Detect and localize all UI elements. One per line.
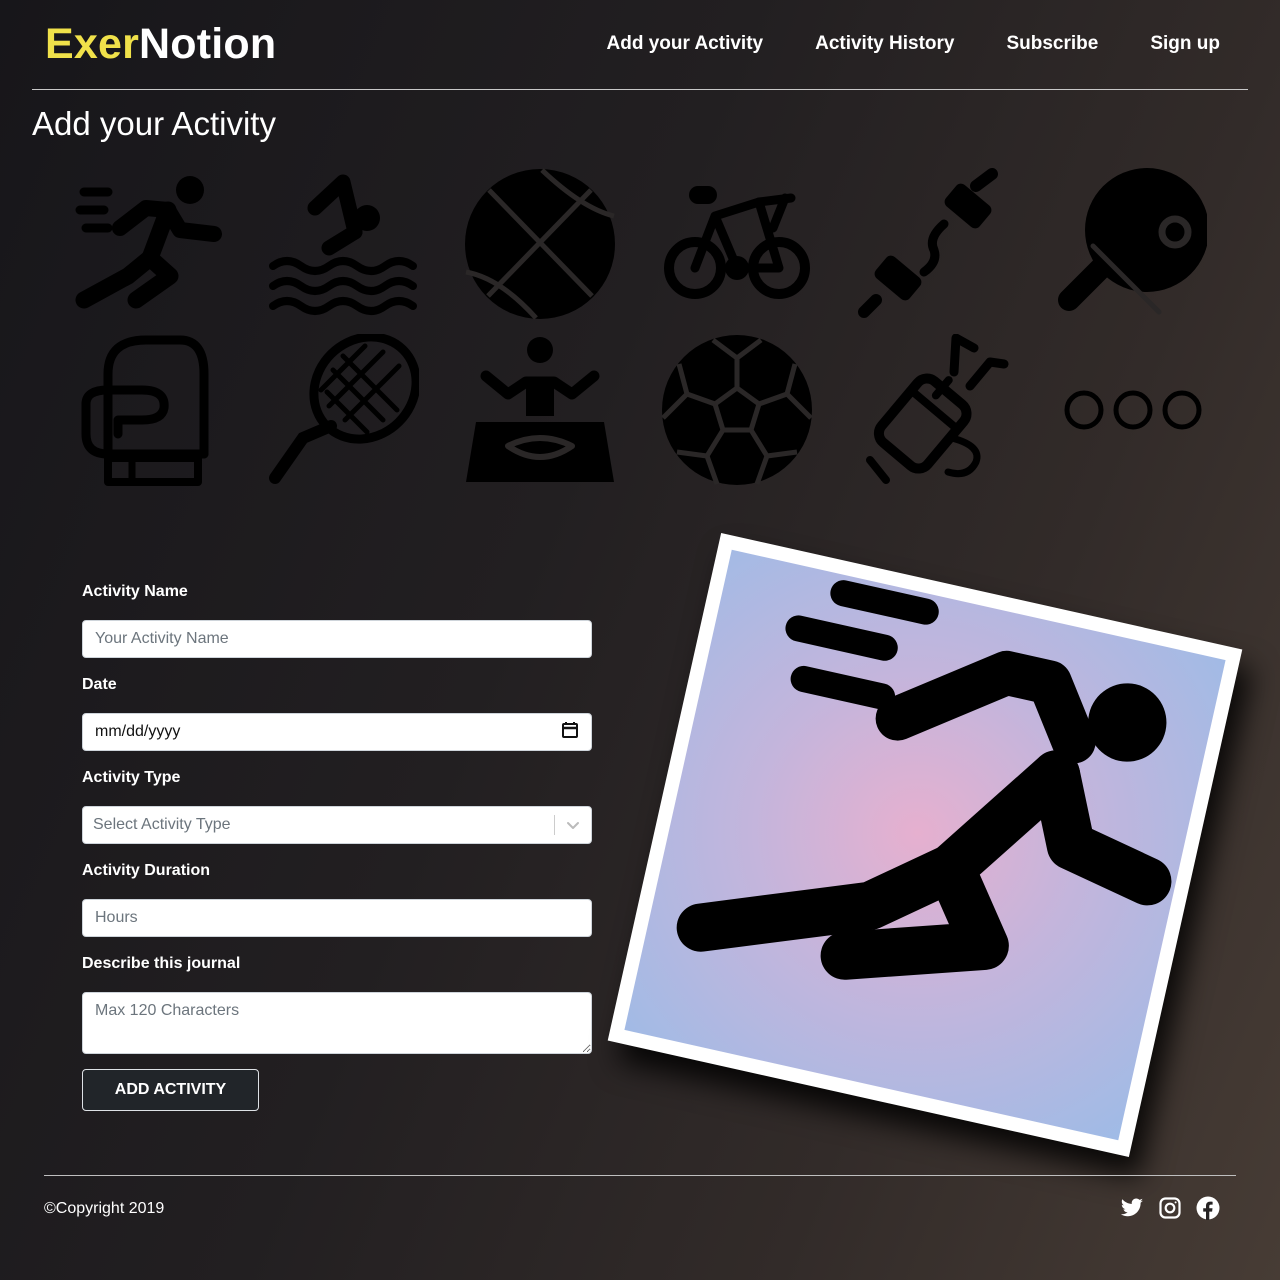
activity-icon-grid	[70, 168, 1210, 486]
social-links	[1120, 1196, 1220, 1220]
twitter-icon[interactable]	[1120, 1196, 1144, 1220]
add-activity-button[interactable]: ADD ACTIVITY	[82, 1069, 259, 1111]
nav-add-activity[interactable]: Add your Activity	[607, 33, 764, 55]
instagram-icon[interactable]	[1158, 1196, 1182, 1220]
bicycle-icon	[664, 186, 810, 299]
nav-activity-history[interactable]: Activity History	[815, 33, 954, 55]
table-tennis-icon	[1058, 168, 1207, 315]
basketball-icon	[465, 168, 615, 320]
activity-tile-more[interactable]	[1055, 334, 1207, 486]
copyright-text: ©Copyright 2019	[44, 1200, 165, 1217]
activity-tile-soccer[interactable]	[661, 334, 813, 486]
swimming-icon	[269, 174, 417, 315]
activity-tile-swimming[interactable]	[267, 168, 419, 320]
golf-bag-icon	[866, 334, 1009, 484]
activity-name-input[interactable]	[82, 620, 592, 658]
brand-logo-part1: Exer	[45, 20, 140, 68]
boxing-glove-icon	[81, 335, 209, 486]
activity-tile-boxing[interactable]	[70, 334, 222, 486]
chevron-down-icon[interactable]	[555, 807, 591, 843]
nav-subscribe[interactable]: Subscribe	[1006, 33, 1098, 55]
main-nav: Add your Activity Activity History Subsc…	[607, 33, 1221, 55]
header-divider	[32, 89, 1248, 90]
activity-tile-cycling[interactable]	[661, 168, 813, 320]
jump-rope-icon	[858, 168, 998, 318]
activity-type-select[interactable]: Select Activity Type	[82, 806, 592, 844]
tennis-racket-icon	[269, 334, 419, 484]
brand-logo[interactable]: ExerNotion	[45, 20, 276, 69]
activity-tile-golf[interactable]	[858, 334, 1010, 486]
running-icon	[676, 580, 1172, 980]
page-title: Add your Activity	[32, 105, 276, 142]
brand-logo-part2: Notion	[139, 20, 277, 68]
date-label: Date	[82, 676, 117, 693]
activity-type-label: Activity Type	[82, 769, 181, 786]
activity-tile-table-tennis[interactable]	[1055, 168, 1207, 320]
activity-tile-basketball[interactable]	[464, 168, 616, 320]
description-label: Describe this journal	[82, 955, 241, 972]
activity-tile-running[interactable]	[70, 168, 222, 320]
activity-tile-jump-rope[interactable]	[858, 168, 1010, 320]
description-textarea[interactable]	[82, 992, 592, 1054]
soccer-ball-icon	[661, 335, 813, 485]
activity-tile-yoga[interactable]	[464, 334, 616, 486]
yoga-icon	[466, 337, 614, 482]
running-icon	[75, 176, 222, 309]
activity-duration-label: Activity Duration	[82, 862, 211, 879]
activity-name-label: Activity Name	[82, 583, 188, 600]
footer-divider	[44, 1175, 1236, 1176]
facebook-icon[interactable]	[1196, 1196, 1220, 1220]
calendar-icon[interactable]	[561, 721, 579, 744]
more-icon	[1064, 390, 1202, 430]
activity-duration-input[interactable]	[82, 899, 592, 937]
activity-illustration	[607, 533, 1243, 1157]
nav-sign-up[interactable]: Sign up	[1150, 33, 1220, 55]
date-input[interactable]: mm/dd/yyyy	[82, 713, 592, 751]
date-input-value: mm/dd/yyyy	[95, 723, 181, 740]
activity-type-placeholder: Select Activity Type	[93, 816, 231, 833]
activity-tile-tennis[interactable]	[267, 334, 419, 486]
